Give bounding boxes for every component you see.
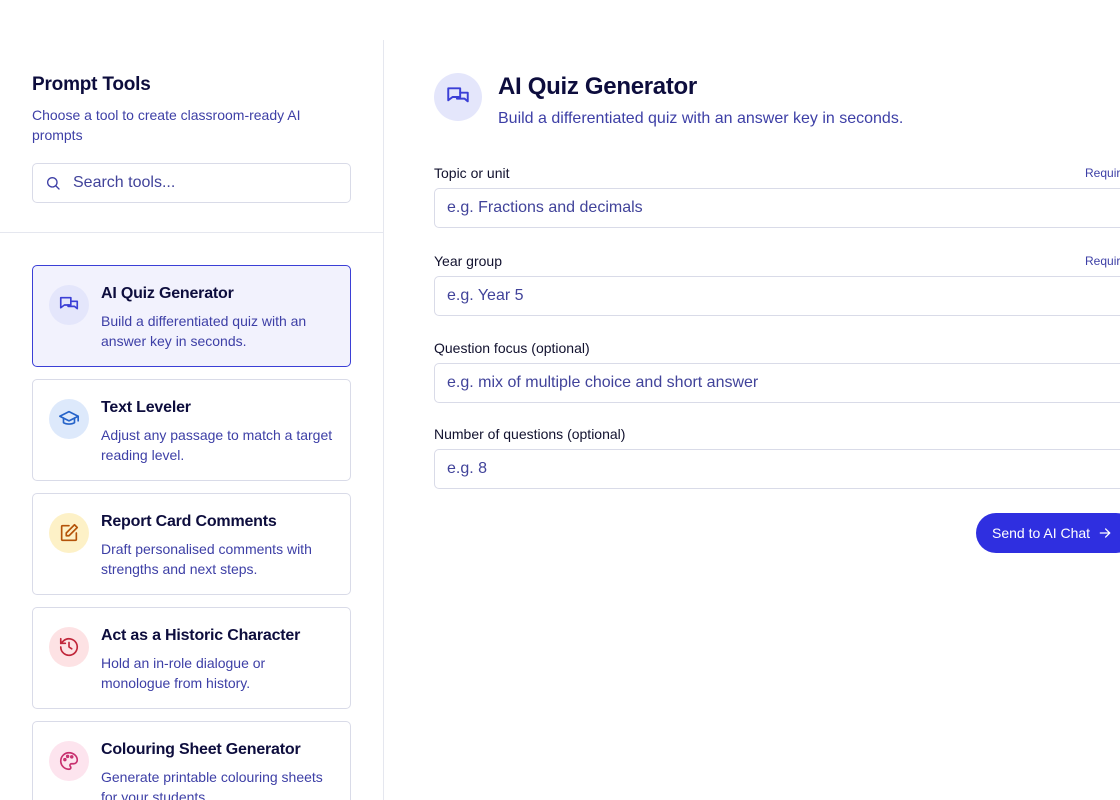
sidebar-subtitle: Choose a tool to create classroom-ready … [32,107,301,143]
tool-name: Colouring Sheet Generator [101,741,301,758]
chat-bubbles-icon [447,87,469,103]
history-icon [59,637,79,657]
page-title: AI Quiz Generator [498,73,697,100]
field-question-focus: Question focus (optional) [434,340,1120,403]
field-label: Topic or unit [434,165,510,181]
field-number-of-questions: Number of questions (optional) [434,426,1120,489]
required-label: Required [1085,166,1120,180]
arrow-right-icon [1099,528,1111,538]
tool-description: Build a differentiated quiz with an answ… [101,313,307,349]
tool-card-historic-character[interactable]: Act as a Historic Character Hold an in-r… [32,607,351,709]
main-panel: AI Quiz Generator Build a differentiated… [384,40,1120,800]
edit-icon [60,523,79,542]
app: Prompt Tools Choose a tool to create cla… [0,0,1120,800]
search-icon [47,177,60,190]
page-subtitle: Build a differentiated quiz with an answ… [498,110,904,127]
tool-card-report-card-comments[interactable]: Report Card Comments Draft personalised … [32,493,351,595]
search-input[interactable] [73,174,333,192]
tool-name: Act as a Historic Character [101,627,301,644]
required-label: Required [1085,254,1120,268]
sidebar-header: Prompt Tools Choose a tool to create cla… [0,40,383,233]
chat-bubbles-icon [59,296,79,310]
tool-icon-container [49,741,89,781]
tool-list: AI Quiz Generator Build a differentiated… [0,233,383,800]
tool-description: Adjust any passage to match a target rea… [101,427,333,463]
year-group-input[interactable] [434,276,1120,316]
tool-icon-container [49,285,89,325]
search-box[interactable] [32,163,351,203]
tool-name: Report Card Comments [101,513,277,530]
tool-description: Hold an in-role dialogue or monologue fr… [101,655,266,691]
question-focus-input[interactable] [434,363,1120,403]
tool-card-text-leveler[interactable]: Text Leveler Adjust any passage to match… [32,379,351,481]
field-year-group: Year group Required [434,253,1120,316]
topic-input[interactable] [434,188,1120,228]
send-button-label: Send to AI Chat [992,525,1091,541]
field-label: Number of questions (optional) [434,426,626,442]
palette-icon [60,751,79,771]
tool-icon-container [49,399,89,439]
tool-card-ai-quiz-generator[interactable]: AI Quiz Generator Build a differentiated… [32,265,351,367]
tool-description: Draft personalised comments with strengt… [101,541,312,577]
sidebar: Prompt Tools Choose a tool to create cla… [0,40,384,800]
send-to-ai-chat-button[interactable]: Send to AI Chat [976,513,1120,553]
main-icon-container [434,73,482,121]
graduation-cap-icon [59,410,79,425]
field-topic: Topic or unit Required [434,165,1120,228]
tool-card-colouring-sheet-generator[interactable]: Colouring Sheet Generator Generate print… [32,721,351,800]
tool-name: Text Leveler [101,399,191,416]
tool-description: Generate printable colouring sheets for … [101,769,323,800]
sidebar-title: Prompt Tools [32,74,151,95]
tool-icon-container [49,627,89,667]
field-label: Year group [434,253,502,269]
field-label: Question focus (optional) [434,340,590,356]
number-of-questions-input[interactable] [434,449,1120,489]
tool-name: AI Quiz Generator [101,285,234,302]
tool-icon-container [49,513,89,553]
